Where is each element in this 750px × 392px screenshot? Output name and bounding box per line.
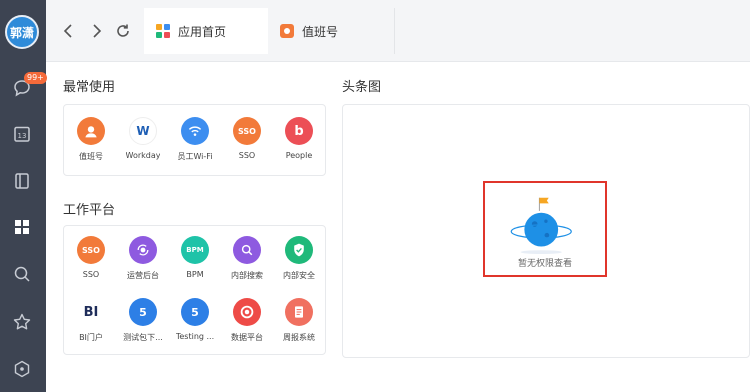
app-duty[interactable]: 值班号 [65,117,117,162]
section-title-frequent: 最常使用 [63,80,116,95]
app-label: 内部安全 [283,271,315,280]
top-bar: 应用首页 值班号 [46,0,750,62]
hexagon-icon[interactable] [8,355,36,383]
app-bi-portal[interactable]: BI BI门户 [65,298,117,343]
tab-app-home[interactable]: 应用首页 [144,8,268,54]
app-label: BI门户 [79,333,103,342]
contacts-book-icon[interactable] [8,167,36,195]
app-test-download[interactable]: 5 测试包下... [117,298,169,343]
colorful-grid-icon [156,24,170,38]
app-testing[interactable]: 5 Testing ... [169,298,221,341]
frequent-apps-card: 值班号 W Workday 员工Wi-Fi SSO SSO b People [63,104,326,176]
app-label: Workday [125,151,161,160]
app-label: 周报系统 [283,333,315,342]
work-apps-card: SSO SSO 运营后台 BPM BPM 内部搜索 内部安全 BI BI门户 5… [63,225,326,355]
app-sso[interactable]: SSO SSO [221,117,273,160]
app-data-platform[interactable]: 数据平台 [221,298,273,343]
app-internal-security[interactable]: 内部安全 [273,236,325,281]
forward-icon[interactable] [85,20,107,42]
tab-label: 值班号 [302,24,339,39]
app-sso[interactable]: SSO SSO [65,236,117,279]
shield-icon [285,236,313,264]
search-icon[interactable] [8,260,36,288]
app-bpm[interactable]: BPM BPM [169,236,221,279]
apps-grid-icon[interactable] [8,213,36,241]
app-label: 数据平台 [231,333,263,342]
app-label: SSO [238,151,256,160]
bpm-icon: BPM [181,236,209,264]
app-label: SSO [82,270,100,279]
headline-card: 暂无权限查看 [342,104,750,358]
html5-icon: 5 [129,298,157,326]
sso-icon: SSO [233,117,261,145]
duty-app-icon [280,24,294,38]
people-icon: b [285,117,313,145]
app-operations-backend[interactable]: 运营后台 [117,236,169,281]
left-rail: 郭潇 99+ 13 [0,0,47,392]
section-title-headline: 头条图 [342,80,382,95]
app-workday[interactable]: W Workday [117,117,169,160]
back-icon[interactable] [58,20,80,42]
app-label: 测试包下... [123,333,163,342]
tab-divider [394,8,395,54]
tab-duty[interactable]: 值班号 [268,8,394,54]
refresh-icon[interactable] [112,20,134,42]
planet-flag-icon [510,197,572,254]
app-label: BPM [186,270,204,279]
html5-icon: 5 [181,298,209,326]
message-badge: 99+ [24,72,47,84]
no-permission-placeholder: 暂无权限查看 [483,181,607,277]
app-weekly-report[interactable]: 周报系统 [273,298,325,343]
operations-icon [129,236,157,264]
no-permission-text: 暂无权限查看 [517,259,572,269]
app-label: People [285,151,313,160]
workday-icon: W [129,117,157,145]
report-icon [285,298,313,326]
bi-icon: BI [77,298,105,326]
app-label: 内部搜索 [231,271,263,280]
app-label: Testing ... [175,332,215,341]
avatar[interactable]: 郭潇 [5,15,39,49]
app-employee-wifi[interactable]: 员工Wi-Fi [169,117,221,162]
app-people[interactable]: b People [273,117,325,160]
data-platform-icon [233,298,261,326]
star-icon[interactable] [8,308,36,336]
tab-label: 应用首页 [178,24,227,39]
calendar-icon[interactable]: 13 [8,120,36,148]
section-title-workbench: 工作平台 [63,203,116,218]
svg-text:13: 13 [18,132,27,140]
app-internal-search[interactable]: 内部搜索 [221,236,273,281]
app-label: 员工Wi-Fi [177,152,213,161]
wifi-icon [181,117,209,145]
app-label: 运营后台 [127,271,159,280]
app-window: 郭潇 99+ 13 应用首页 值班号 最常使用 值班号 W Workday 员工… [0,0,750,392]
duty-icon [77,117,105,145]
app-label: 值班号 [79,152,103,161]
sso-icon: SSO [77,236,105,264]
magnifier-icon [233,236,261,264]
